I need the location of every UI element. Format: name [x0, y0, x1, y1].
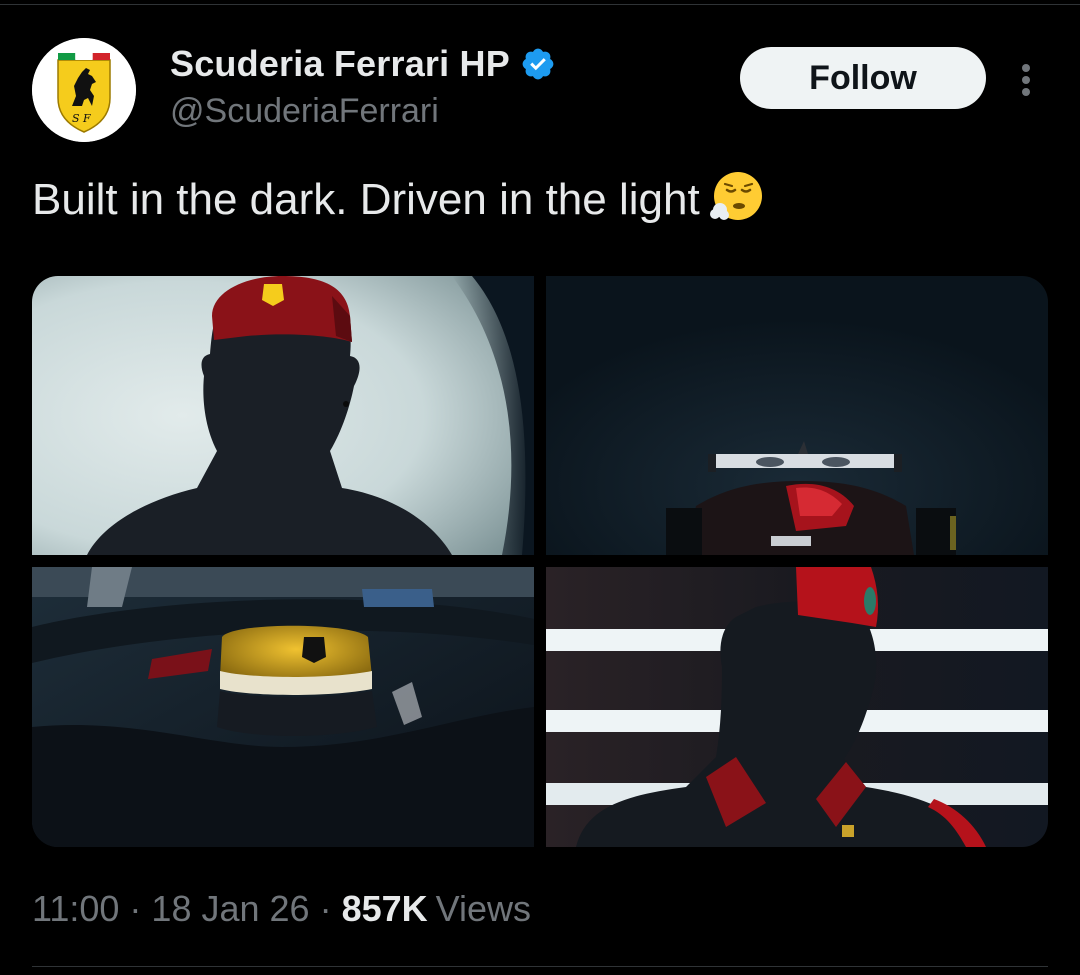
exhaling-face-emoji-icon: [708, 168, 764, 224]
media-photo-2[interactable]: [546, 276, 1048, 555]
views-count[interactable]: 857K: [342, 888, 428, 930]
author-handle[interactable]: @ScuderiaFerrari: [170, 92, 556, 131]
tweet-time[interactable]: 11:00: [32, 888, 119, 930]
verified-badge-icon[interactable]: [520, 46, 556, 82]
views-label: Views: [435, 888, 532, 929]
media-photo-1[interactable]: [32, 276, 534, 555]
tweet-header: S F Scuderia Ferrari HP @ScuderiaFerrari…: [32, 38, 1048, 142]
photo-driver-light-stripes-icon: [546, 567, 1048, 847]
meta-separator-2: ·: [319, 888, 332, 929]
photo-driver-silhouette-cap-icon: [32, 276, 534, 555]
media-photo-4[interactable]: [546, 567, 1048, 847]
tweet-date[interactable]: 18 Jan 26: [151, 888, 309, 930]
avatar[interactable]: S F: [32, 38, 136, 142]
bottom-divider: [32, 966, 1048, 967]
photo-car-rear-wing-dark-icon: [546, 276, 1048, 555]
meta-separator: ·: [129, 888, 142, 929]
media-grid: [32, 276, 1048, 847]
author-names: Scuderia Ferrari HP @ScuderiaFerrari: [170, 42, 556, 131]
top-divider: [0, 4, 1080, 5]
tweet-meta: 11:00 · 18 Jan 26 · 857K Views: [32, 888, 531, 930]
display-name[interactable]: Scuderia Ferrari HP: [170, 43, 510, 85]
ferrari-shield-logo-icon: S F: [32, 38, 136, 142]
tweet-text: Built in the dark. Driven in the light: [32, 168, 764, 225]
media-photo-3[interactable]: [32, 567, 534, 847]
svg-text:S F: S F: [72, 112, 91, 125]
follow-button[interactable]: Follow: [740, 47, 986, 109]
more-vertical-icon[interactable]: [1014, 60, 1038, 100]
tweet-text-content: Built in the dark. Driven in the light: [32, 175, 700, 224]
photo-helmet-cockpit-icon: [32, 567, 534, 847]
display-name-row: Scuderia Ferrari HP: [170, 42, 556, 86]
